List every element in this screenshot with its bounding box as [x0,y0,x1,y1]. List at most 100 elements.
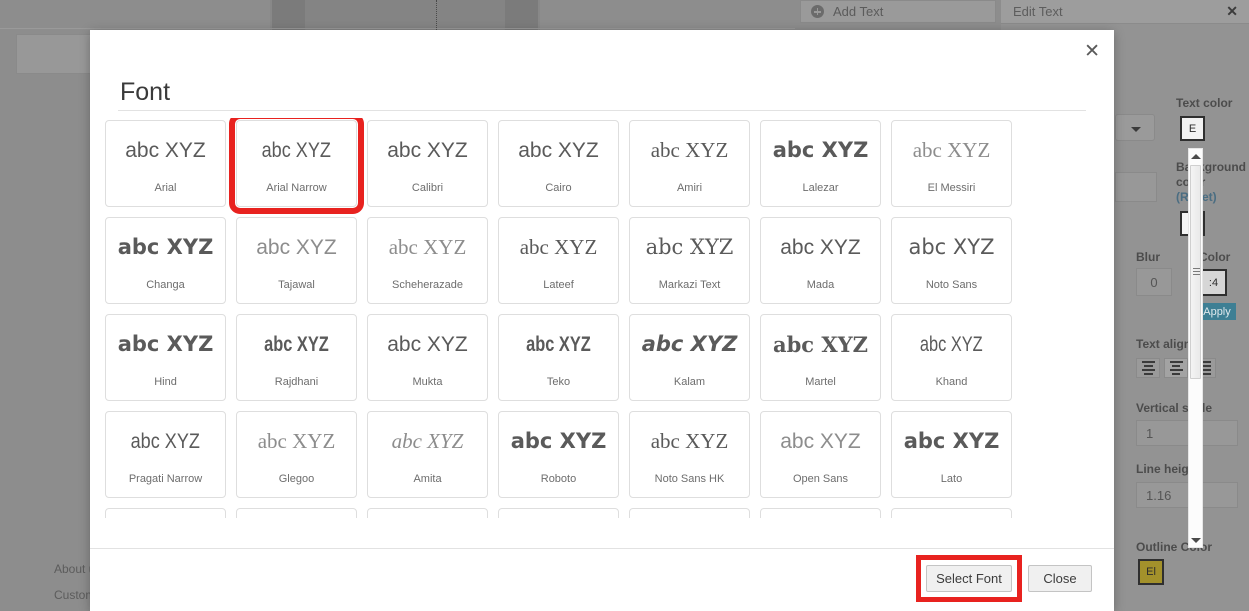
scroll-down-arrow-icon[interactable] [1189,533,1202,547]
font-name: Pragati Narrow [128,473,203,486]
font-card-amiri[interactable]: abc XYZ Amiri [629,120,750,207]
blur-input[interactable]: 0 [1136,268,1172,296]
font-card-lateef[interactable]: abc XYZ Lateef [498,217,619,304]
font-card-noto-sans-hk[interactable]: abc XYZ Noto Sans HK [629,411,750,498]
font-card-amita[interactable]: abc XYZ Amita [367,411,488,498]
font-card-el-messiri[interactable]: abc XYZ El Messiri [891,120,1012,207]
text-color-swatch[interactable]: E [1180,116,1205,141]
text-align-label: Text align [1136,337,1192,351]
font-sample: abc XYZ [920,332,983,356]
font-card[interactable]: abc XYZ [629,508,750,518]
font-card-lalezar[interactable]: abc XYZ Lalezar [760,120,881,207]
shadow-color-label: Color [1199,250,1231,264]
font-card-noto-sans[interactable]: abc XYZ Noto Sans [891,217,1012,304]
add-text-button[interactable]: Add Text [800,0,996,23]
select-font-label: Select Font [936,571,1002,586]
font-name: Hind [154,376,177,389]
side-input-field[interactable] [1115,172,1157,202]
scroll-up-arrow-icon[interactable] [1189,149,1202,163]
font-card-calibri[interactable]: abc XYZ Calibri [367,120,488,207]
font-card-khand[interactable]: abc XYZ Khand [891,314,1012,401]
canvas-guide-line [436,0,437,30]
font-name: Teko [546,376,571,389]
font-card[interactable]: abc XYZ [105,508,226,518]
font-card-martel[interactable]: abc XYZ Martel [760,314,881,401]
close-icon[interactable]: ✕ [1084,42,1100,61]
line-height-input[interactable]: 1.16 [1136,482,1238,508]
blur-value: 0 [1150,274,1158,290]
font-name: Martel [805,376,836,389]
select-font-button[interactable]: Select Font [926,565,1012,592]
font-grid-scrollbar[interactable] [1188,148,1203,548]
font-sample: abc XYZ [772,137,869,162]
font-card-rajdhani[interactable]: abc XYZ Rajdhani [236,314,357,401]
font-card[interactable]: abc XYZ [367,508,488,518]
font-name: Rajdhani [274,376,319,389]
plus-circle-icon [811,5,824,18]
close-button[interactable]: Close [1028,565,1092,592]
font-grid: abc XYZ Arial abc XYZ Arial Narrow abc XYZ Ca… [103,118,1033,518]
chevron-down-icon [1131,127,1141,132]
font-sample: abc XYZ [117,234,214,259]
font-sample: abc XYZ [510,428,607,453]
font-card-mukta[interactable]: abc XYZ Mukta [367,314,488,401]
font-name: Mada [806,279,835,292]
font-name: Open Sans [792,473,849,486]
font-card-scheherazade[interactable]: abc XYZ Scheherazade [367,217,488,304]
scrollbar-grip-icon [1193,268,1200,277]
font-select-dropdown[interactable] [1115,114,1155,141]
font-card-open-sans[interactable]: abc XYZ Open Sans [760,411,881,498]
outline-color-swatch[interactable]: El [1138,559,1164,585]
font-sample: abc XYZ [388,234,467,259]
font-name: Scheherazade [392,279,463,292]
font-name: Khand [935,376,968,389]
font-card-arial[interactable]: abc XYZ Arial [105,120,226,207]
font-sample: abc XYZ [257,428,336,453]
font-card[interactable]: abc XYZ [498,508,619,518]
font-card-arial-narrow[interactable]: abc XYZ Arial Narrow [229,118,364,214]
font-sample: abc XYZ [780,235,861,259]
font-name: Tajawal [278,279,315,292]
font-card-glegoo[interactable]: abc XYZ Glegoo [236,411,357,498]
font-sample: abc XYZ [650,428,729,453]
canvas-baseline [0,28,795,29]
font-sample: abc XYZ [261,138,332,162]
font-card-pragati-narrow[interactable]: abc XYZ Pragati Narrow [105,411,226,498]
font-dialog: ✕ Font abc XYZ Arial abc XYZ Arial Narrow ab… [90,30,1203,611]
line-height-value: 1.16 [1146,487,1172,503]
vertical-scale-input[interactable]: 1 [1136,420,1238,446]
font-name: Arial Narrow [266,182,327,195]
font-card[interactable]: abc XYZ [760,508,881,518]
text-color-swatch-value: E [1188,122,1197,135]
font-card-roboto[interactable]: abc XYZ Roboto [498,411,619,498]
scrollbar-thumb[interactable] [1190,165,1201,379]
font-card[interactable]: abc XYZ [891,508,1012,518]
font-card-cairo[interactable]: abc XYZ Cairo [498,120,619,207]
font-sample: abc XYZ [780,429,861,453]
font-card-lato[interactable]: abc XYZ Lato [891,411,1012,498]
font-sample: abc XYZ [519,234,598,259]
add-text-label: Add Text [833,4,884,19]
outline-color-swatch-value: El [1146,566,1156,578]
font-name: Noto Sans HK [654,473,725,486]
font-card-teko[interactable]: abc XYZ Teko [498,314,619,401]
shadow-color-swatch[interactable]: :4 [1200,269,1227,296]
font-name: Roboto [540,473,577,486]
font-card-hind[interactable]: abc XYZ Hind [105,314,226,401]
font-card-kalam[interactable]: abc XYZ Kalam [629,314,750,401]
apply-button[interactable]: Apply [1198,303,1236,320]
font-sample: abc XYZ [650,137,729,162]
font-name: Changa [146,279,185,292]
font-card-mada[interactable]: abc XYZ Mada [760,217,881,304]
font-name: Cairo [545,182,572,195]
dialog-title: Font [120,78,171,106]
font-card[interactable]: abc XYZ [236,508,357,518]
font-sample: abc XYZ [125,138,206,162]
close-icon[interactable]: ✕ [1226,3,1238,20]
font-name: Amiri [676,182,703,195]
font-card-markazi-text[interactable]: abc XYZ Markazi Text [629,217,750,304]
align-center-button[interactable] [1164,358,1188,378]
font-card-tajawal[interactable]: abc XYZ Tajawal [236,217,357,304]
font-card-changa[interactable]: abc XYZ Changa [105,217,226,304]
align-left-button[interactable] [1136,358,1160,378]
